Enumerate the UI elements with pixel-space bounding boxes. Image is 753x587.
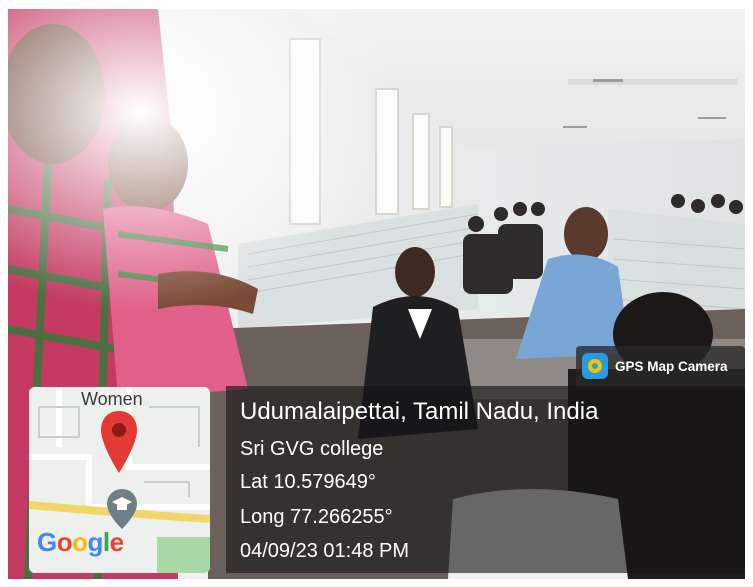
gps-map-camera-icon — [582, 353, 608, 379]
photo-frame: Women Google GPS Map Camera Udumalaipett… — [0, 0, 753, 587]
latitude-text: Lat 10.579649° — [240, 471, 376, 493]
datetime-text: 04/09/23 01:48 PM — [240, 540, 410, 562]
location-title: Udumalaipettai, Tamil Nadu, India — [240, 398, 599, 425]
map-pin-icon — [101, 411, 137, 473]
badge-label: GPS Map Camera — [615, 358, 728, 374]
google-logo: Google — [37, 527, 124, 557]
longitude-text: Long 77.266255° — [240, 506, 393, 528]
map-place-label: Women — [81, 389, 143, 409]
location-info-panel: Udumalaipettai, Tamil Nadu, India Sri GV… — [226, 386, 745, 573]
place-name: Sri GVG college — [240, 438, 384, 460]
graduation-cap-marker-icon — [107, 489, 137, 529]
map-thumbnail: Women Google — [29, 387, 210, 573]
gps-map-camera-badge: GPS Map Camera — [576, 346, 745, 386]
